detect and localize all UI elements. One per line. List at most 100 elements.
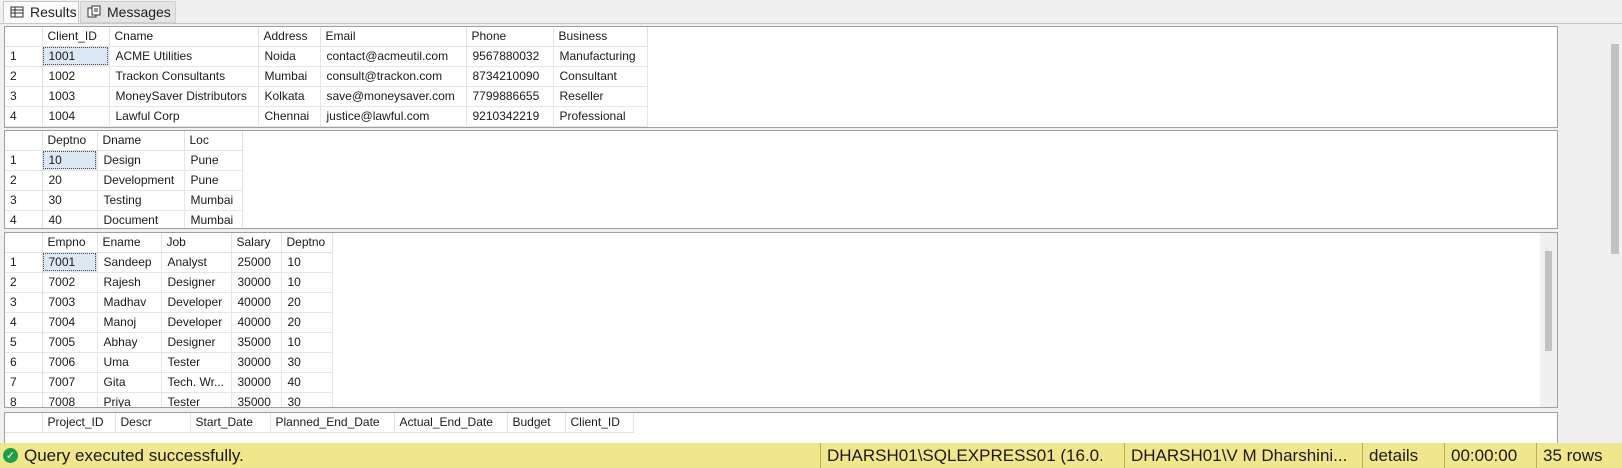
table-cell[interactable]: Gita xyxy=(97,372,162,393)
table-row[interactable]: 5 7005 Abhay Designer 35000 10 xyxy=(5,332,333,353)
table-row[interactable]: 3 30 Testing Mumbai xyxy=(5,190,243,211)
table-row[interactable]: 1 1001 ACME Utilities Noida contact@acme… xyxy=(5,46,648,67)
table-cell[interactable]: Priya xyxy=(97,392,162,407)
table-cell[interactable]: 30000 xyxy=(231,372,282,393)
table-row[interactable]: 8 7008 Priya Tester 35000 30 xyxy=(5,392,333,407)
table-cell[interactable]: Mumbai xyxy=(184,190,243,211)
results-scrollbar[interactable] xyxy=(1608,24,1622,442)
table-cell[interactable]: Lawful Corp xyxy=(109,106,259,127)
row-number[interactable]: 1 xyxy=(5,252,43,273)
table-cell[interactable]: Development xyxy=(97,170,185,191)
column-header[interactable]: Client_ID xyxy=(565,413,634,433)
results-grid-employees[interactable]: Empno Ename Job Salary Deptno 1 7001 San… xyxy=(4,232,1558,408)
table-cell[interactable]: 7006 xyxy=(42,352,98,373)
table-cell[interactable]: 10 xyxy=(42,150,98,171)
table-cell[interactable]: Developer xyxy=(161,312,232,333)
results-grid-departments[interactable]: Deptno Dname Loc 1 10 Design Pune 2 20 D… xyxy=(4,130,1558,229)
table-cell[interactable]: 10 xyxy=(281,252,333,273)
table-cell[interactable]: 30000 xyxy=(231,272,282,293)
row-number[interactable]: 3 xyxy=(5,292,43,313)
table-cell[interactable]: Design xyxy=(97,150,185,171)
column-header[interactable]: Cname xyxy=(109,27,259,47)
table-cell[interactable]: 35000 xyxy=(231,332,282,353)
table-row[interactable]: 7 7007 Gita Tech. Wr... 30000 40 xyxy=(5,372,333,393)
row-number[interactable]: 3 xyxy=(5,190,43,211)
table-cell[interactable]: Rajesh xyxy=(97,272,162,293)
table-cell[interactable]: 7005 xyxy=(42,332,98,353)
table-cell[interactable]: Professional xyxy=(553,106,648,127)
table-cell[interactable]: 40 xyxy=(281,372,333,393)
row-number[interactable]: 7 xyxy=(5,372,43,393)
tab-messages[interactable]: Messages xyxy=(80,1,176,23)
table-cell[interactable]: save@moneysaver.com xyxy=(320,86,467,107)
table-cell[interactable]: 30 xyxy=(42,190,98,211)
row-number[interactable]: 4 xyxy=(5,312,43,333)
table-cell[interactable]: 1004 xyxy=(42,106,110,127)
table-cell[interactable]: Sandeep xyxy=(97,252,162,273)
table-cell[interactable]: 20 xyxy=(281,292,333,313)
column-header[interactable]: Job xyxy=(161,233,232,253)
table-cell[interactable]: consult@trackon.com xyxy=(320,66,467,87)
table-cell[interactable]: Tester xyxy=(161,392,232,407)
row-number[interactable]: 2 xyxy=(5,170,43,191)
table-cell[interactable]: 7001 xyxy=(42,252,98,273)
table-cell[interactable]: Pune xyxy=(184,150,243,171)
table-row[interactable]: 4 40 Document Mumbai xyxy=(5,210,243,228)
table-cell[interactable]: 7002 xyxy=(42,272,98,293)
column-header[interactable]: Salary xyxy=(231,233,282,253)
table-row[interactable]: 4 7004 Manoj Developer 40000 20 xyxy=(5,312,333,333)
column-header[interactable]: Actual_End_Date xyxy=(394,413,508,433)
table-cell[interactable]: Trackon Consultants xyxy=(109,66,259,87)
table-cell[interactable]: Developer xyxy=(161,292,232,313)
table-cell[interactable]: Abhay xyxy=(97,332,162,353)
table-cell[interactable]: 30 xyxy=(281,392,333,407)
row-number[interactable]: 4 xyxy=(5,210,43,228)
table-cell[interactable]: 7004 xyxy=(42,312,98,333)
table-cell[interactable]: Madhav xyxy=(97,292,162,313)
table-cell[interactable]: Noida xyxy=(258,46,321,67)
table-cell[interactable]: 9567880032 xyxy=(466,46,554,67)
table-cell[interactable]: Testing xyxy=(97,190,185,211)
column-header[interactable]: Ename xyxy=(97,233,162,253)
column-header[interactable]: Project_ID xyxy=(42,413,116,433)
row-number[interactable]: 2 xyxy=(5,66,43,87)
table-cell[interactable]: Manufacturing xyxy=(553,46,648,67)
table-row[interactable]: 4 1004 Lawful Corp Chennai justice@lawfu… xyxy=(5,106,648,127)
table-row[interactable]: 1 7001 Sandeep Analyst 25000 10 xyxy=(5,252,333,273)
row-number[interactable]: 1 xyxy=(5,46,43,67)
table-cell[interactable]: 30 xyxy=(281,352,333,373)
row-number[interactable]: 1 xyxy=(5,150,43,171)
table-row[interactable]: 6 7006 Uma Tester 30000 30 xyxy=(5,352,333,373)
table-cell[interactable]: contact@acmeutil.com xyxy=(320,46,467,67)
table-cell[interactable]: 30000 xyxy=(231,352,282,373)
column-header[interactable]: Business xyxy=(553,27,648,47)
table-row[interactable]: 3 1003 MoneySaver Distributors Kolkata s… xyxy=(5,86,648,107)
column-header[interactable]: Email xyxy=(320,27,467,47)
table-cell[interactable]: 20 xyxy=(42,170,98,191)
table-cell[interactable]: 25000 xyxy=(231,252,282,273)
table-cell[interactable]: Consultant xyxy=(553,66,648,87)
table-cell[interactable]: Tech. Wr... xyxy=(161,372,232,393)
results-grid-clients[interactable]: Client_ID Cname Address Email Phone Busi… xyxy=(4,26,1558,128)
table-cell[interactable]: 35000 xyxy=(231,392,282,407)
column-header[interactable]: Deptno xyxy=(281,233,333,253)
column-header[interactable]: Empno xyxy=(42,233,98,253)
table-cell[interactable]: MoneySaver Distributors xyxy=(109,86,259,107)
table-cell[interactable]: Mumbai xyxy=(258,66,321,87)
table-row[interactable]: 1 10 Design Pune xyxy=(5,150,243,171)
table-cell[interactable]: Uma xyxy=(97,352,162,373)
table-cell[interactable]: 7003 xyxy=(42,292,98,313)
row-number[interactable]: 5 xyxy=(5,332,43,353)
row-number[interactable]: 3 xyxy=(5,86,43,107)
row-number[interactable]: 8 xyxy=(5,392,43,407)
table-cell[interactable]: Mumbai xyxy=(184,210,243,228)
table-cell[interactable]: 1003 xyxy=(42,86,110,107)
table-cell[interactable]: 9210342219 xyxy=(466,106,554,127)
grid-scrollbar-thumb[interactable] xyxy=(1545,251,1552,351)
row-number[interactable]: 4 xyxy=(5,106,43,127)
table-cell[interactable]: 1002 xyxy=(42,66,110,87)
table-cell[interactable]: 40000 xyxy=(231,312,282,333)
table-cell[interactable]: 1001 xyxy=(42,46,110,67)
results-scrollbar-thumb[interactable] xyxy=(1611,44,1619,254)
table-cell[interactable]: Analyst xyxy=(161,252,232,273)
